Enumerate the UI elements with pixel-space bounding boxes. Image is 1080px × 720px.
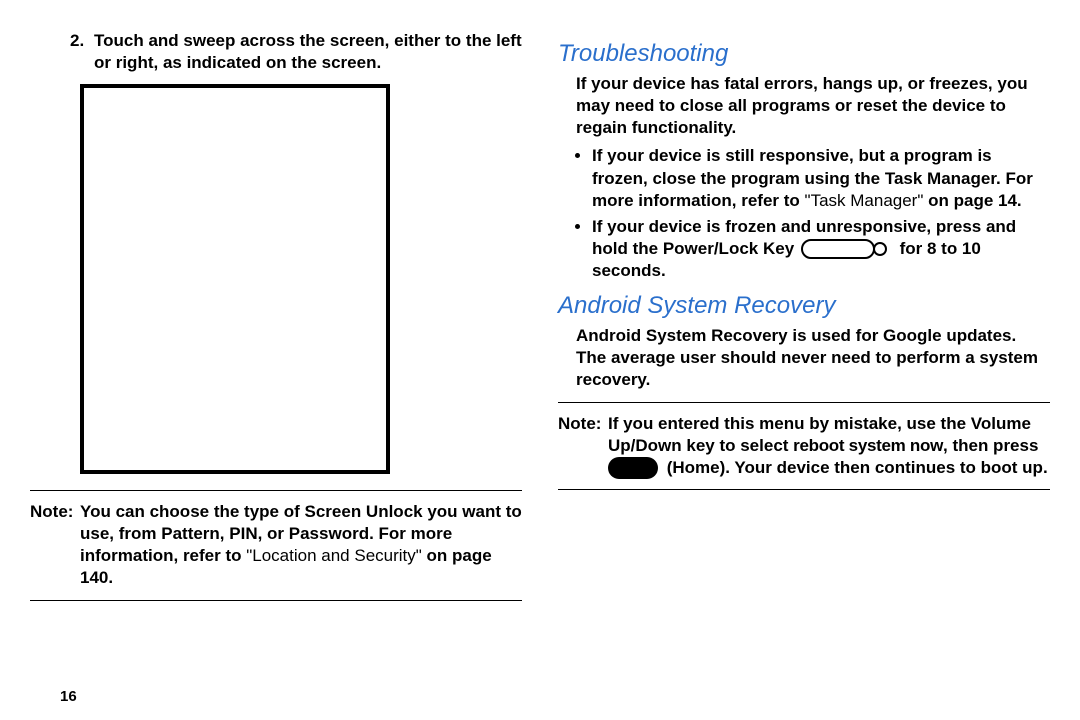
- reboot-option: reboot system now: [793, 436, 943, 455]
- note-link: "Location and Security": [246, 546, 426, 565]
- separator: [30, 490, 522, 491]
- bullet-item: If your device is still responsive, but …: [592, 145, 1050, 211]
- right-column: Troubleshooting If your device has fatal…: [558, 30, 1050, 710]
- step-number: 2.: [70, 30, 94, 74]
- note-text: You can choose the type of Screen Unlock…: [80, 501, 522, 589]
- device-outline: [80, 84, 390, 474]
- page-number: 16: [60, 687, 77, 707]
- android-paragraph: Android System Recovery is used for Goog…: [576, 325, 1050, 391]
- left-column: 2. Touch and sweep across the screen, ei…: [30, 30, 522, 710]
- bullet-text2: on page 14.: [928, 191, 1022, 210]
- separator: [30, 600, 522, 601]
- home-button-icon: [608, 457, 658, 479]
- separator: [558, 489, 1050, 490]
- note-block: Note: If you entered this menu by mistak…: [558, 413, 1050, 480]
- note-label: Note:: [558, 413, 608, 480]
- heading-troubleshooting: Troubleshooting: [558, 38, 1050, 69]
- note-label: Note:: [30, 501, 80, 589]
- power-key-icon: [799, 238, 895, 260]
- step-item: 2. Touch and sweep across the screen, ei…: [70, 30, 522, 74]
- step-text: Touch and sweep across the screen, eithe…: [94, 30, 522, 74]
- note-text: If you entered this menu by mistake, use…: [608, 413, 1050, 480]
- troubleshooting-list: If your device is still responsive, but …: [568, 145, 1050, 282]
- note-part2: , then press: [943, 436, 1038, 455]
- note-block: Note: You can choose the type of Screen …: [30, 501, 522, 589]
- bullet-link: "Task Manager": [805, 191, 929, 210]
- heading-android-recovery: Android System Recovery: [558, 290, 1050, 321]
- troubleshooting-paragraph: If your device has fatal errors, hangs u…: [576, 73, 1050, 139]
- bullet-item: If your device is frozen and unresponsiv…: [592, 216, 1050, 282]
- note-part3: (Home). Your device then continues to bo…: [662, 458, 1048, 477]
- separator: [558, 402, 1050, 403]
